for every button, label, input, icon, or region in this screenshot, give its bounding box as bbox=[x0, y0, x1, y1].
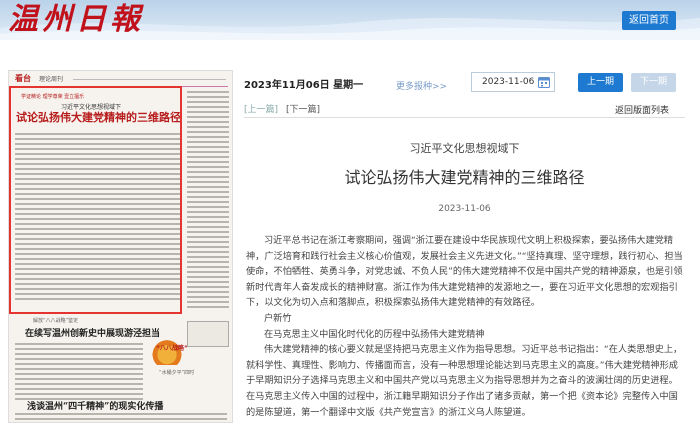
issue-date: 2023年11月06日 星期一 bbox=[244, 80, 364, 91]
previous-article-link[interactable]: [上一篇] bbox=[244, 102, 278, 115]
campaign-graphic-label: “八八战略” bbox=[156, 345, 188, 352]
article-paragraph: 习近平总书记在浙江考察期间，强调“浙江要在建设中华民族现代文明上积极探索，要弘扬… bbox=[246, 235, 683, 309]
back-to-layout-list-link[interactable]: 返回版面列表 bbox=[615, 103, 669, 116]
article-title: 试论弘扬伟大建党精神的三维路径 bbox=[344, 168, 585, 187]
calendar-icon[interactable] bbox=[538, 76, 550, 88]
next-article-link[interactable]: [下一篇] bbox=[286, 102, 320, 115]
next-issue-button[interactable]: 下一期 bbox=[631, 73, 676, 92]
right-column-text bbox=[187, 91, 229, 311]
lower-body-text-2 bbox=[15, 413, 227, 422]
article-body: 习近平总书记在浙江考察期间，强调“浙江要在建设中华民族现代文明上积极探索，要弘扬… bbox=[246, 233, 684, 420]
masthead-subtitle: 理论周刊 bbox=[39, 76, 64, 83]
selected-article-outline[interactable] bbox=[9, 86, 182, 314]
sidebar-box bbox=[187, 321, 229, 347]
lower-body-text-1 bbox=[15, 343, 143, 403]
thumbnail-headline-1: 在续写温州创新史中展现游泾担当 bbox=[25, 329, 161, 339]
masthead-name: 看台 bbox=[15, 73, 31, 83]
article-section-heading: 在马克思主义中国化时代化的历程中弘扬伟大建党精神 bbox=[264, 328, 485, 340]
nav-divider bbox=[244, 117, 685, 118]
article-paragraph: 伟大建党精神的核心要义就是坚持把马克思主义作为指导思想。习近平总书记指出：“在人… bbox=[246, 344, 683, 418]
article-date: 2023-11-06 bbox=[438, 204, 491, 214]
page-masthead: 看台 理论周刊 bbox=[13, 73, 228, 87]
article-kicker: 习近平文化思想视域下 bbox=[409, 142, 520, 155]
more-newspapers-link[interactable]: 更多报种>> bbox=[396, 79, 447, 92]
section-label-2: “水桶夕平”四时 bbox=[159, 370, 195, 376]
article-author: 户新竹 bbox=[264, 312, 292, 324]
section-label-1: 解放“八八战略”鉴定 bbox=[33, 318, 79, 324]
masthead-rule bbox=[73, 79, 226, 80]
previous-issue-button[interactable]: 上一期 bbox=[578, 73, 623, 92]
site-logo[interactable]: 温州日報 bbox=[8, 2, 144, 38]
back-home-button[interactable]: 返回首页 bbox=[622, 11, 676, 30]
thumbnail-headline-2: 浅谈温州“四千精神”的现实化传播 bbox=[27, 402, 164, 412]
site-header: 温州日報 返回首页 bbox=[0, 0, 700, 40]
